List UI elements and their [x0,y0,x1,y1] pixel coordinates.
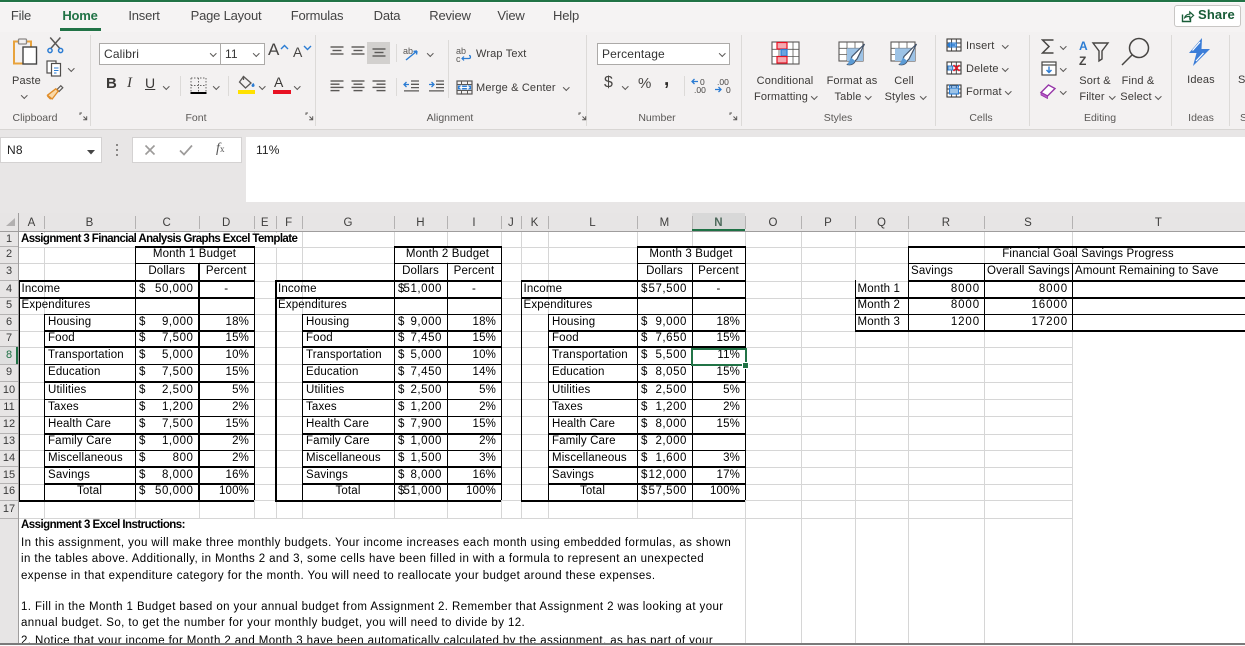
svg-text:ab: ab [403,46,413,56]
svg-text:0: 0 [726,85,731,94]
svg-text:c: c [456,54,461,63]
svg-text:A: A [1079,39,1088,53]
svg-text:.00: .00 [694,85,706,94]
svg-text:Z: Z [1079,54,1086,68]
